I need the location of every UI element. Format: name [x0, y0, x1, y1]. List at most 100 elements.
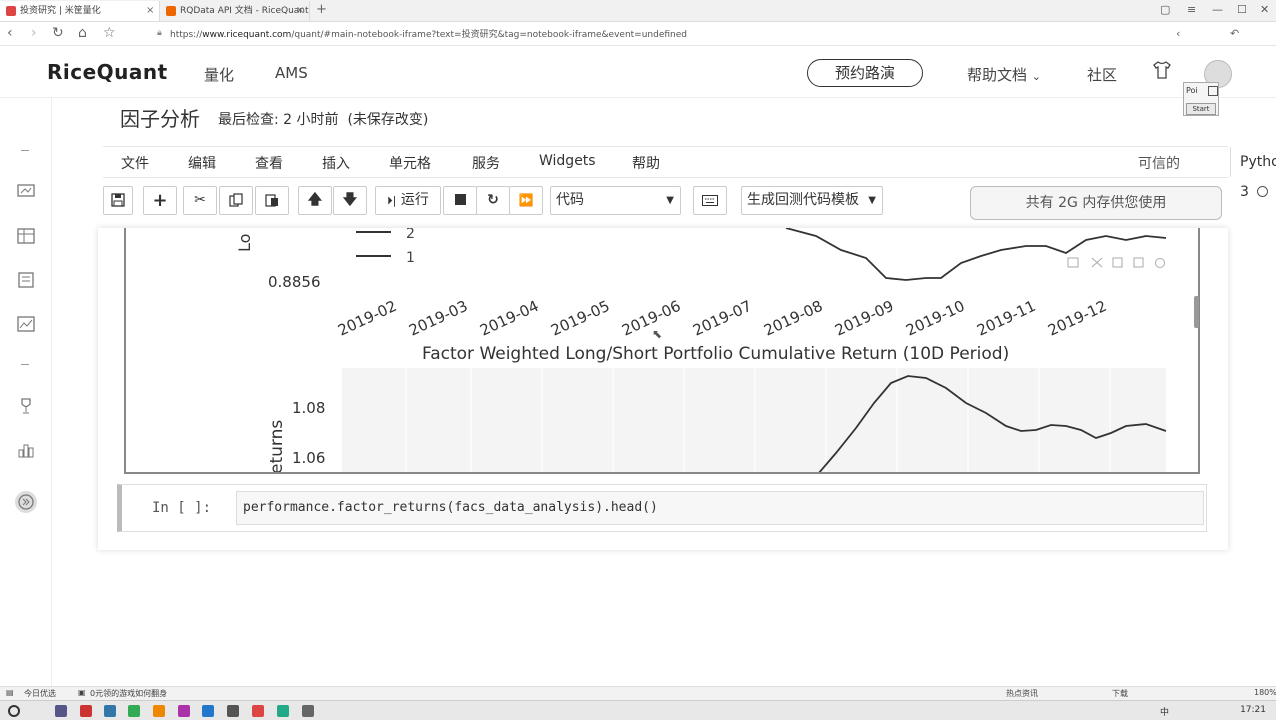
- tab-list-icon[interactable]: ▢: [1160, 3, 1170, 16]
- cut-button[interactable]: ✂: [183, 186, 217, 215]
- share-icon[interactable]: ‹: [1176, 27, 1180, 40]
- ricequant-logo[interactable]: RiceQuant: [47, 60, 168, 84]
- ime-indicator[interactable]: 中: [1160, 705, 1169, 718]
- app-icon[interactable]: [227, 705, 239, 717]
- reset-icon[interactable]: [1155, 258, 1165, 268]
- extension-popup: Poi Start: [1183, 82, 1219, 116]
- nav-community[interactable]: 社区: [1087, 64, 1117, 85]
- qr-icon: [1208, 86, 1218, 96]
- chart-up-icon[interactable]: [17, 316, 35, 332]
- pan-icon[interactable]: [1112, 257, 1123, 268]
- undo-icon[interactable]: ↶: [1230, 27, 1239, 40]
- save-figure-icon[interactable]: [1067, 257, 1079, 268]
- menu-kernel[interactable]: 服务: [472, 153, 500, 173]
- home-icon[interactable]: ⌂: [78, 25, 87, 41]
- restart-button[interactable]: ↻: [476, 186, 510, 215]
- run-button[interactable]: ⏵| 运行: [375, 186, 441, 215]
- zoom-level[interactable]: 180%: [1254, 688, 1276, 697]
- nav-ams[interactable]: AMS: [275, 64, 308, 82]
- cell-prompt: In [ ]:: [152, 500, 212, 516]
- code-input[interactable]: performance.factor_returns(facs_data_ana…: [236, 491, 1204, 525]
- browser-tab-active[interactable]: 投资研究 | 米筐量化 ×: [0, 1, 160, 21]
- status-link-hot[interactable]: 热点资讯: [1006, 688, 1038, 699]
- legend-label-1: 1: [406, 250, 415, 266]
- plot-area: [342, 368, 1166, 472]
- template-label: 生成回测代码模板: [747, 192, 859, 208]
- zoom-icon[interactable]: [1091, 257, 1103, 268]
- window-close-icon[interactable]: ✕: [1260, 3, 1269, 16]
- menu-view[interactable]: 查看: [255, 153, 283, 173]
- app-icon[interactable]: [104, 705, 116, 717]
- status-link-news[interactable]: 0元领的游戏如何翻身: [90, 688, 167, 699]
- memory-info-button[interactable]: 共有 2G 内存供您使用: [970, 186, 1222, 220]
- cell-type-select[interactable]: 代码 ▼: [550, 186, 681, 215]
- tab-label: RQData API 文档 - RiceQuant: [180, 6, 309, 16]
- popup-start-button[interactable]: Start: [1186, 103, 1216, 115]
- app-icon[interactable]: [128, 705, 140, 717]
- app-icon[interactable]: [202, 705, 214, 717]
- bookmark-star-icon[interactable]: ☆: [103, 25, 116, 41]
- browser-tab[interactable]: RQData API 文档 - RiceQuant ×: [160, 1, 310, 21]
- help-docs-label: 帮助文档: [967, 66, 1028, 84]
- menu-cell[interactable]: 单元格: [389, 153, 431, 173]
- book-demo-button[interactable]: 预约路演: [807, 59, 923, 87]
- app-icon[interactable]: [302, 705, 314, 717]
- menu-insert[interactable]: 插入: [322, 153, 350, 173]
- app-icon[interactable]: [178, 705, 190, 717]
- copy-button[interactable]: [219, 186, 253, 215]
- run-all-button[interactable]: ⏩: [509, 186, 543, 215]
- x-tick-label: 2019-03: [406, 297, 470, 340]
- status-link-download[interactable]: 下载: [1112, 688, 1128, 699]
- menu-edit[interactable]: 编辑: [188, 153, 216, 173]
- close-tab-icon[interactable]: ×: [296, 1, 304, 21]
- chart-output: Lo 2 1 0.8856 2019-02 2019-03 2019-04 2019-…: [235, 228, 1167, 472]
- move-down-button[interactable]: 🡇: [333, 186, 367, 215]
- app-icon[interactable]: [55, 705, 67, 717]
- code-cell[interactable]: In [ ]: performance.factor_returns(facs_…: [117, 484, 1207, 532]
- x-tick-label: 2019-05: [548, 297, 612, 340]
- autoscale-icon[interactable]: [1133, 257, 1144, 268]
- menu-file[interactable]: 文件: [121, 153, 149, 173]
- maximize-icon[interactable]: ☐: [1237, 3, 1247, 16]
- notebook-title[interactable]: 因子分析: [120, 103, 200, 132]
- url-field[interactable]: https://www.ricequant.com/quant/#main-no…: [170, 27, 687, 40]
- forward-icon[interactable]: ›: [31, 25, 37, 41]
- command-palette-button[interactable]: [693, 186, 727, 215]
- notebook-icon[interactable]: [17, 272, 35, 288]
- taskbar-clock[interactable]: 17:21: [1240, 705, 1266, 715]
- trusted-indicator[interactable]: 可信的: [1138, 153, 1180, 173]
- app-icon[interactable]: [153, 705, 165, 717]
- cell-output-area[interactable]: Lo 2 1 0.8856 2019-02 2019-03 2019-04 2019-…: [124, 228, 1200, 474]
- floppy-icon: [111, 193, 125, 207]
- bar-chart-icon[interactable]: [17, 442, 35, 458]
- shirt-icon[interactable]: [1152, 60, 1172, 80]
- menu-widgets[interactable]: Widgets: [539, 153, 596, 169]
- backtest-template-select[interactable]: 生成回测代码模板 ▼: [741, 186, 883, 215]
- new-tab-icon[interactable]: +: [316, 2, 327, 17]
- menu-icon[interactable]: ≡: [1187, 3, 1196, 16]
- back-icon[interactable]: ‹: [7, 25, 13, 41]
- save-button[interactable]: [103, 186, 133, 215]
- interrupt-button[interactable]: [443, 186, 477, 215]
- status-link-today[interactable]: 今日优选: [24, 688, 56, 699]
- run-label: 运行: [400, 192, 429, 208]
- close-tab-icon[interactable]: ×: [146, 1, 154, 21]
- app-icon[interactable]: [252, 705, 264, 717]
- reload-icon[interactable]: ↻: [52, 25, 64, 41]
- insert-cell-button[interactable]: +: [143, 186, 177, 215]
- paste-button[interactable]: [255, 186, 289, 215]
- app-icon[interactable]: [277, 705, 289, 717]
- status-icon: ▤: [6, 688, 14, 697]
- menu-help[interactable]: 帮助: [632, 153, 660, 173]
- expand-sidebar-icon[interactable]: [14, 490, 38, 514]
- monitor-icon[interactable]: [17, 184, 35, 200]
- trophy-icon[interactable]: [17, 398, 35, 414]
- minimize-icon[interactable]: —: [1212, 3, 1223, 16]
- data-table-icon[interactable]: [17, 228, 35, 244]
- output-scrollbar[interactable]: [1194, 296, 1199, 328]
- move-up-button[interactable]: 🡅: [298, 186, 332, 215]
- start-icon[interactable]: [8, 705, 20, 717]
- help-docs-menu[interactable]: 帮助文档 ⌄: [967, 64, 1041, 85]
- app-icon[interactable]: [80, 705, 92, 717]
- nav-quant[interactable]: 量化: [204, 64, 234, 85]
